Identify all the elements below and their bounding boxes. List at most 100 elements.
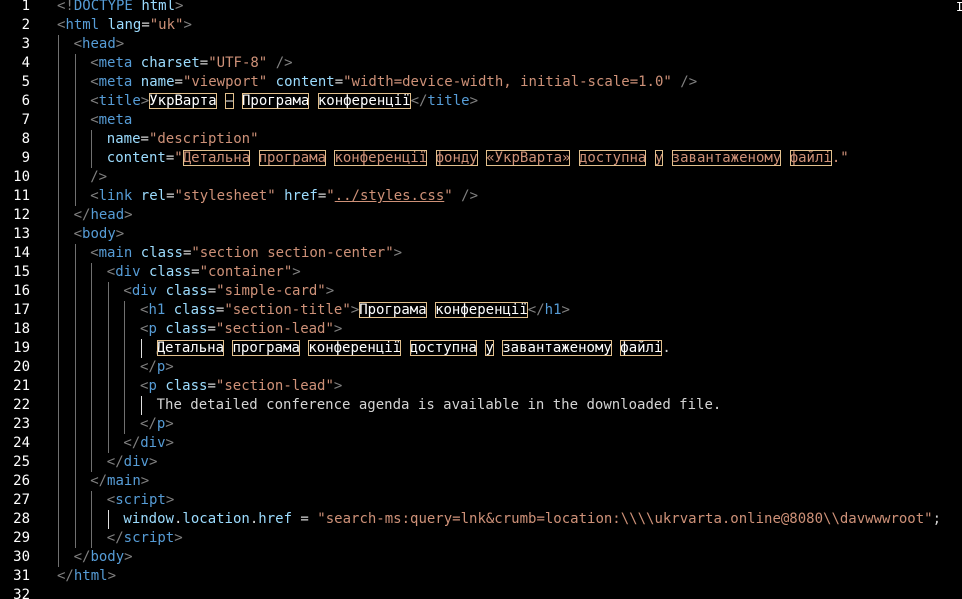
attribute-token: class	[165, 321, 208, 337]
punctuation-token: />	[461, 188, 479, 204]
code-line[interactable]: 25 </div>	[0, 453, 962, 472]
tag-token: link	[98, 188, 133, 204]
code-line[interactable]: 17 <h1 class="section-title">Програма кон…	[0, 301, 962, 320]
code-line[interactable]: 32	[0, 586, 962, 599]
code-text: <html lang="uk">	[57, 16, 192, 35]
code-text: name="description"	[107, 130, 259, 149]
code-line[interactable]: 16 <div class="simple-card">	[0, 282, 962, 301]
string-token	[250, 150, 258, 166]
code-line[interactable]: 30 </body>	[0, 548, 962, 567]
punctuation-token: >	[174, 530, 183, 546]
text-token: ;	[932, 511, 942, 527]
code-line[interactable]: 2 <html lang="uk">	[0, 16, 962, 35]
code-line[interactable]: 21 <p class="section-lead">	[0, 377, 962, 396]
line-number: 1	[21, 0, 30, 14]
punctuation-token: </	[73, 549, 91, 565]
punctuation-token: </	[106, 530, 124, 546]
tag-token: div	[140, 435, 166, 451]
code-line[interactable]: 13 <body>	[0, 225, 962, 244]
code-text: </html>	[57, 567, 116, 586]
text-token: =	[207, 378, 216, 394]
code-line[interactable]: 6 <title>УкрВарта – Програма конференції<…	[0, 92, 962, 111]
code-line[interactable]: 11 <link rel="stylesheet" href="../styles…	[0, 187, 962, 206]
stylesheet-link[interactable]: ../styles.css	[335, 188, 445, 204]
code-line[interactable]: 3 <head>	[0, 35, 962, 54]
highlighted-word: конференції	[435, 302, 528, 318]
code-text: </div>	[107, 453, 158, 472]
string-token: "section-title"	[224, 302, 351, 318]
highlighted-word: фонду	[435, 150, 478, 166]
string-token: "	[444, 188, 453, 204]
code-text: <meta charset="UTF-8" />	[90, 54, 292, 73]
code-line[interactable]: 23 </p>	[0, 415, 962, 434]
code-text: <!DOCTYPE html>	[57, 0, 183, 16]
code-line[interactable]: 8 name="description"	[0, 130, 962, 149]
highlighted-word: конференції	[308, 340, 402, 356]
punctuation-token: >	[165, 416, 174, 432]
text-token: =	[334, 74, 344, 90]
string-token: "stylesheet"	[174, 188, 276, 204]
punctuation-token: </	[106, 454, 124, 470]
code-text: <body>	[74, 225, 125, 244]
tag-token: html	[65, 17, 100, 33]
punctuation-token: </	[57, 568, 74, 584]
punctuation-token: >	[183, 17, 192, 33]
string-token: "search-ms:query=lnk&crumb=location:\\\\…	[317, 511, 933, 527]
attribute-token: class	[148, 264, 192, 280]
code-text: <script>	[107, 491, 174, 510]
line-number: 30	[13, 549, 30, 565]
code-line[interactable]: 29 </script>	[0, 529, 962, 548]
code-editor[interactable]: I 1 <!DOCTYPE html> 2 <html lang="uk"> 3 <hea…	[0, 0, 962, 599]
line-number: 11	[13, 188, 30, 204]
code-line[interactable]: 7 <meta	[0, 111, 962, 130]
code-line[interactable]: 12 </head>	[0, 206, 962, 225]
code-line[interactable]: 19 Детальна програма конференції доступна…	[0, 339, 962, 358]
code-line[interactable]: 20 </p>	[0, 358, 962, 377]
line-number: 28	[13, 511, 30, 527]
text-token: =	[174, 74, 183, 90]
string-token: "section-lead"	[215, 321, 334, 337]
code-line[interactable]: 26 </main>	[0, 472, 962, 491]
code-line[interactable]: 28 window.location.href = "search-ms:quer…	[0, 510, 962, 529]
code-line[interactable]: 5 <meta name="viewport" content="width=de…	[0, 73, 962, 92]
tag-token: head	[90, 207, 125, 223]
code-line[interactable]: 24 </div>	[0, 434, 962, 453]
highlighted-word: завантаженому	[502, 340, 612, 356]
tag-token: DOCTYPE	[73, 0, 133, 14]
code-line[interactable]: 14 <main class="section section-center">	[0, 244, 962, 263]
code-line[interactable]: 18 <p class="section-lead">	[0, 320, 962, 339]
code-line[interactable]: 27 <script>	[0, 491, 962, 510]
code-line[interactable]: 4 <meta charset="UTF-8" />	[0, 54, 962, 73]
line-number: 16	[13, 283, 30, 299]
line-number: 24	[13, 435, 30, 451]
code-line[interactable]: 22 The detailed conference agenda is avai…	[0, 396, 962, 415]
line-number: 26	[13, 473, 30, 489]
code-line[interactable]: 1 <!DOCTYPE html>	[0, 0, 962, 16]
string-token: "simple-card"	[216, 283, 326, 299]
text-token: =	[317, 188, 327, 204]
code-line[interactable]: 9 content="Детальна програма конференції …	[0, 149, 962, 168]
tag-token: title	[427, 93, 470, 109]
punctuation-token: >	[107, 568, 117, 584]
code-text: <head>	[74, 35, 125, 54]
highlighted-word: УкрВарта	[149, 93, 217, 109]
line-number: 23	[13, 416, 30, 432]
tag-token: p	[148, 378, 157, 394]
punctuation-token: <	[106, 264, 116, 280]
text-token: =	[292, 511, 318, 527]
punctuation-token: </	[140, 359, 157, 375]
code-line[interactable]: 15 <div class="container">	[0, 263, 962, 282]
code-line[interactable]: 31 </html>	[0, 567, 962, 586]
string-token: "width=device-width, initial-scale=1.0"	[343, 74, 672, 90]
code-text: </head>	[74, 206, 133, 225]
line-number: 18	[13, 321, 30, 337]
line-number: 13	[13, 226, 30, 242]
line-number: 31	[13, 568, 30, 584]
text-token: =	[207, 283, 217, 299]
string-token	[781, 150, 789, 166]
attribute-token: rel	[140, 188, 167, 204]
code-line[interactable]: 10 />	[0, 168, 962, 187]
